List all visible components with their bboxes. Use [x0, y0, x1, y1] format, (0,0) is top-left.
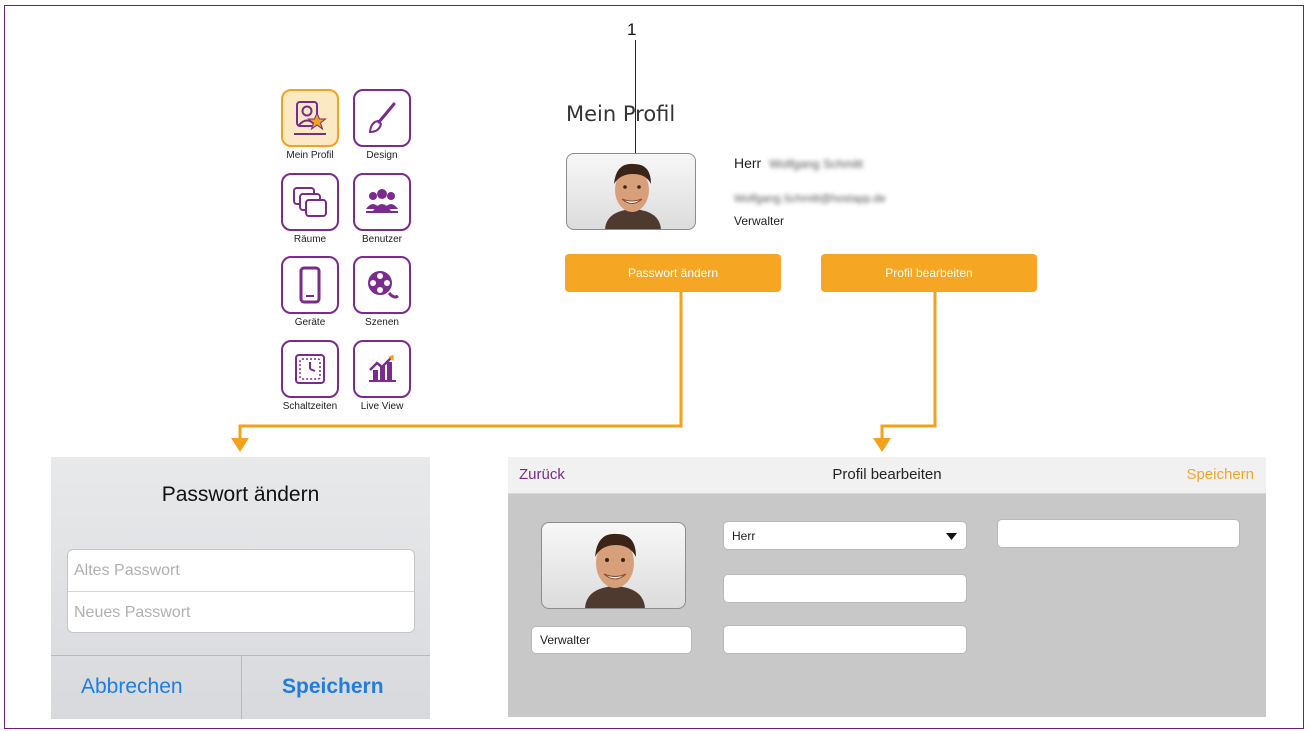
- edit-profile-title: Profil bearbeiten: [832, 466, 942, 483]
- edit-avatar[interactable]: [541, 522, 686, 609]
- arrow-head-edit: [873, 438, 891, 452]
- arrow-head-password: [231, 438, 249, 452]
- new-password-field[interactable]: Neues Passwort: [68, 592, 414, 633]
- dialog-divider-vertical: [241, 655, 242, 719]
- password-dialog-title: Passwort ändern: [161, 483, 320, 506]
- dropdown-arrow-icon: [946, 533, 957, 540]
- old-password-field[interactable]: Altes Passwort: [68, 550, 414, 592]
- password-fields: Altes Passwort Neues Passwort: [67, 549, 415, 633]
- last-name-field[interactable]: [723, 574, 967, 603]
- first-name-field[interactable]: [997, 519, 1240, 548]
- role-field[interactable]: Verwalter: [531, 626, 692, 654]
- password-dialog: Passwort ändern Altes Passwort Neues Pas…: [51, 457, 430, 719]
- arrow-to-edit-panel: [880, 292, 937, 440]
- arrow-to-password-dialog: [238, 292, 683, 440]
- person-portrait-icon: [585, 533, 645, 608]
- save-password-button[interactable]: Speichern: [282, 675, 384, 699]
- edit-profile-navbar: Zurück Profil bearbeiten Speichern: [508, 457, 1266, 494]
- cancel-button[interactable]: Abbrechen: [81, 675, 183, 699]
- role-value: Verwalter: [540, 633, 591, 647]
- email-field[interactable]: [723, 625, 967, 654]
- save-profile-button[interactable]: Speichern: [1186, 466, 1254, 483]
- salutation-select[interactable]: Herr: [723, 521, 967, 550]
- salutation-value: Herr: [732, 528, 756, 543]
- edit-profile-panel: Zurück Profil bearbeiten Speichern Verwa…: [508, 457, 1266, 717]
